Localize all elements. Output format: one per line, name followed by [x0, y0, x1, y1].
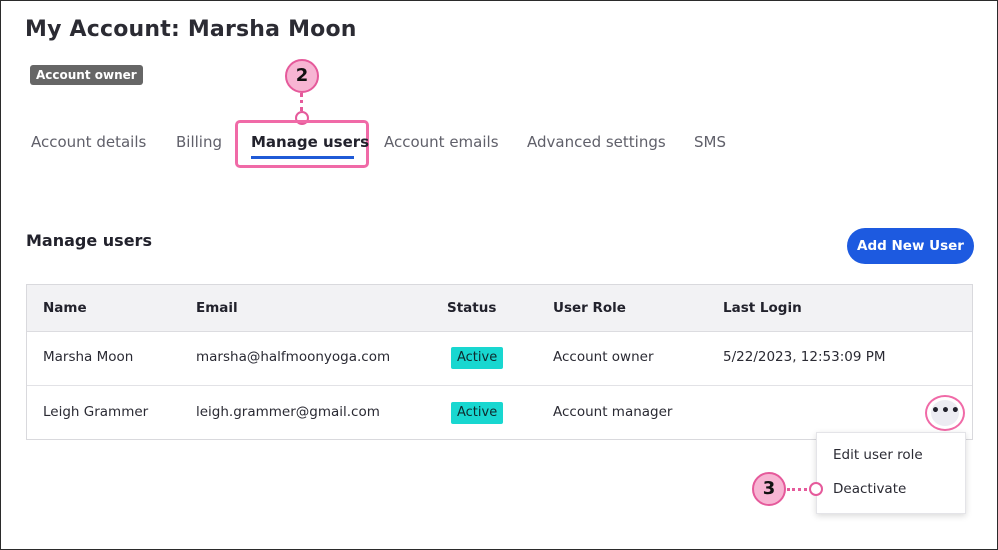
users-table: Name Email Status User Role Last Login M… — [26, 284, 973, 440]
menu-item-edit-user-role[interactable]: Edit user role — [833, 447, 923, 463]
menu-item-deactivate[interactable]: Deactivate — [833, 481, 906, 497]
active-tab-indicator — [251, 156, 354, 159]
page-title: My Account: Marsha Moon — [25, 17, 357, 42]
tab-account-details[interactable]: Account details — [31, 133, 146, 151]
status-badge: Active — [451, 402, 504, 424]
user-name: Leigh Grammer — [43, 404, 149, 420]
column-header-name[interactable]: Name — [43, 300, 87, 316]
section-title: Manage users — [26, 231, 152, 250]
column-header-status[interactable]: Status — [447, 300, 496, 316]
user-email: leigh.grammer@gmail.com — [196, 404, 380, 420]
tab-account-emails[interactable]: Account emails — [384, 133, 499, 151]
callout-dot-3 — [809, 482, 823, 496]
account-owner-badge: Account owner — [30, 65, 143, 85]
column-header-last-login[interactable]: Last Login — [723, 300, 802, 316]
account-page: My Account: Marsha Moon Account owner 2 … — [0, 0, 998, 550]
status-badge: Active — [451, 347, 504, 369]
more-options-icon: ••• — [931, 400, 960, 426]
callout-step-2: 2 — [285, 59, 319, 93]
callout-connector-2 — [300, 93, 303, 111]
tab-manage-users[interactable]: Manage users — [251, 133, 369, 151]
row-actions-menu: Edit user role Deactivate — [816, 432, 966, 514]
column-header-email[interactable]: Email — [196, 300, 238, 316]
column-header-user-role[interactable]: User Role — [553, 300, 626, 316]
tab-sms[interactable]: SMS — [694, 133, 726, 151]
table-header: Name Email Status User Role Last Login — [27, 285, 972, 332]
row-actions-button[interactable]: ••• — [925, 395, 965, 431]
callout-step-3: 3 — [752, 472, 786, 506]
user-email: marsha@halfmoonyoga.com — [196, 349, 391, 365]
user-last-login: 5/22/2023, 12:53:09 PM — [723, 349, 886, 365]
tab-billing[interactable]: Billing — [176, 133, 222, 151]
table-row: Marsha Moon marsha@halfmoonyoga.com Acti… — [27, 331, 972, 386]
user-name: Marsha Moon — [43, 349, 134, 365]
tab-advanced-settings[interactable]: Advanced settings — [527, 133, 666, 151]
callout-connector-3 — [787, 488, 807, 491]
user-role: Account manager — [553, 404, 673, 420]
user-role: Account owner — [553, 349, 654, 365]
add-new-user-button[interactable]: Add New User — [847, 228, 974, 264]
